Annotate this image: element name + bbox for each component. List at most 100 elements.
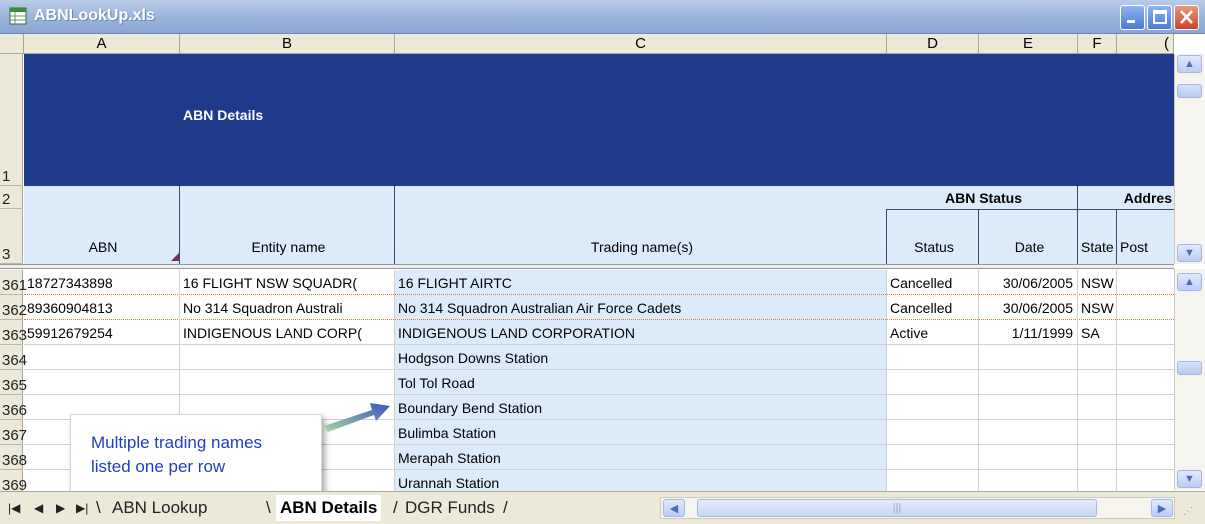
row-header[interactable]: 361: [0, 270, 27, 295]
tab-dgr-funds[interactable]: DGR Funds: [405, 495, 495, 521]
scroll-down-button[interactable]: ▼: [1177, 244, 1202, 262]
cell-date[interactable]: [979, 395, 1077, 420]
cell-entity-name[interactable]: INDIGENOUS LAND CORP(: [180, 320, 394, 345]
cell-state[interactable]: NSW: [1078, 295, 1116, 320]
col-label-trading-names: Trading name(s): [590, 239, 694, 255]
scroll-left-button[interactable]: ◀: [663, 499, 685, 517]
minimize-button[interactable]: [1120, 5, 1145, 30]
row-header[interactable]: 362: [0, 295, 27, 320]
cell-abn[interactable]: [24, 345, 179, 370]
cell-state[interactable]: [1078, 445, 1116, 470]
scroll-thumb[interactable]: [1177, 84, 1202, 98]
close-icon: [1180, 10, 1193, 24]
spreadsheet-grid[interactable]: A B C D E F ( 1 ABN Details 2 3 ABN Stat…: [0, 34, 1205, 496]
close-button[interactable]: [1174, 5, 1199, 30]
cell-status[interactable]: [887, 395, 978, 420]
cell-status[interactable]: [887, 420, 978, 445]
scroll-up-button[interactable]: ▲: [1177, 55, 1202, 73]
cell-trading-name[interactable]: Boundary Bend Station: [395, 395, 886, 420]
row-header[interactable]: 364: [0, 345, 27, 370]
excel-window: ABNLookUp.xls A B C D E F ( 1 ABN Detail…: [0, 0, 1205, 524]
cell-date[interactable]: [979, 345, 1077, 370]
cell-status[interactable]: [887, 345, 978, 370]
title-bar[interactable]: ABNLookUp.xls: [0, 0, 1205, 34]
select-all-corner[interactable]: [0, 34, 24, 54]
scroll-up-button[interactable]: ▲: [1177, 273, 1202, 291]
row-header-1[interactable]: 1: [0, 54, 23, 186]
row-header[interactable]: 368: [0, 445, 27, 470]
tab-abn-details[interactable]: ABN Details: [276, 495, 382, 521]
cell-state[interactable]: [1078, 395, 1116, 420]
cell-state[interactable]: [1078, 420, 1116, 445]
column-header-d[interactable]: D: [887, 34, 979, 54]
scroll-thumb[interactable]: |||: [697, 499, 1097, 517]
prev-sheet-icon[interactable]: ◀: [34, 501, 43, 515]
cell-entity-name[interactable]: [180, 345, 394, 370]
maximize-button[interactable]: [1147, 5, 1172, 30]
column-header-a[interactable]: A: [24, 34, 180, 54]
cell-trading-name[interactable]: No 314 Squadron Australian Air Force Cad…: [395, 295, 886, 320]
cell-abn[interactable]: [24, 370, 179, 395]
column-gridline: [394, 270, 395, 495]
first-sheet-icon[interactable]: |◀: [8, 501, 20, 515]
cell-trading-name[interactable]: Bulimba Station: [395, 420, 886, 445]
col-label-status: Status: [914, 239, 954, 255]
cell-date[interactable]: 1/11/1999: [979, 320, 1077, 345]
cell-abn[interactable]: 89360904813: [24, 295, 179, 320]
cell-state[interactable]: [1078, 370, 1116, 395]
cell-state[interactable]: NSW: [1078, 270, 1116, 295]
column-gridline: [978, 270, 979, 495]
col-label-date: Date: [1014, 239, 1045, 255]
scroll-down-button[interactable]: ▼: [1177, 470, 1202, 488]
lower-vertical-scrollbar[interactable]: ▲ ▼: [1174, 269, 1205, 490]
col-label-state: State: [1081, 239, 1114, 255]
row-header[interactable]: 365: [0, 370, 27, 395]
window-title: ABNLookUp.xls: [34, 7, 155, 24]
cell-state[interactable]: [1078, 345, 1116, 370]
group-header-address: Addres: [1123, 189, 1172, 206]
row-header[interactable]: 367: [0, 420, 27, 445]
upper-vertical-scrollbar[interactable]: ▲ ▼: [1174, 54, 1205, 264]
cell-trading-name[interactable]: Tol Tol Road: [395, 370, 886, 395]
cell-status[interactable]: Cancelled: [887, 270, 978, 295]
resize-grip-icon[interactable]: ⋰: [1183, 506, 1193, 517]
header-border: [887, 209, 1174, 210]
cell-state[interactable]: SA: [1078, 320, 1116, 345]
scroll-right-button[interactable]: ▶: [1151, 499, 1173, 517]
cell-abn[interactable]: 59912679254: [24, 320, 179, 345]
column-header-c[interactable]: C: [395, 34, 887, 54]
callout-box: Multiple trading names listed one per ro…: [70, 414, 322, 496]
cell-trading-name[interactable]: Hodgson Downs Station: [395, 345, 886, 370]
row-header-3[interactable]: 3: [0, 209, 23, 264]
column-gridline: [886, 270, 887, 495]
cell-entity-name[interactable]: No 314 Squadron Australi: [180, 295, 394, 320]
cell-status[interactable]: Cancelled: [887, 295, 978, 320]
cell-trading-name[interactable]: INDIGENOUS LAND CORPORATION: [395, 320, 886, 345]
freeze-pane-divider[interactable]: [0, 264, 1174, 269]
column-header-g[interactable]: (: [1117, 34, 1174, 54]
col-label-postcode: Post: [1120, 239, 1149, 255]
cell-status[interactable]: [887, 370, 978, 395]
cell-entity-name[interactable]: 16 FLIGHT NSW SQUADR(: [180, 270, 394, 295]
cell-status[interactable]: Active: [887, 320, 978, 345]
column-header-e[interactable]: E: [979, 34, 1078, 54]
row-header[interactable]: 363: [0, 320, 27, 345]
cell-date[interactable]: [979, 445, 1077, 470]
row-header[interactable]: 366: [0, 395, 27, 420]
cell-trading-name[interactable]: 16 FLIGHT AIRTC: [395, 270, 886, 295]
scroll-thumb[interactable]: [1177, 361, 1202, 375]
cell-date[interactable]: 30/06/2005: [979, 295, 1077, 320]
row-header-2[interactable]: 2: [0, 186, 23, 209]
cell-date[interactable]: 30/06/2005: [979, 270, 1077, 295]
column-header-b[interactable]: B: [180, 34, 395, 54]
next-sheet-icon[interactable]: ▶: [56, 501, 65, 515]
cell-date[interactable]: [979, 370, 1077, 395]
tab-abn-lookup[interactable]: ABN Lookup: [112, 495, 207, 521]
cell-trading-name[interactable]: Merapah Station: [395, 445, 886, 470]
cell-abn[interactable]: 18727343898: [24, 270, 179, 295]
last-sheet-icon[interactable]: ▶|: [76, 501, 88, 515]
horizontal-scrollbar[interactable]: ◀ ||| ▶: [660, 497, 1175, 519]
column-header-f[interactable]: F: [1078, 34, 1117, 54]
cell-status[interactable]: [887, 445, 978, 470]
cell-date[interactable]: [979, 420, 1077, 445]
